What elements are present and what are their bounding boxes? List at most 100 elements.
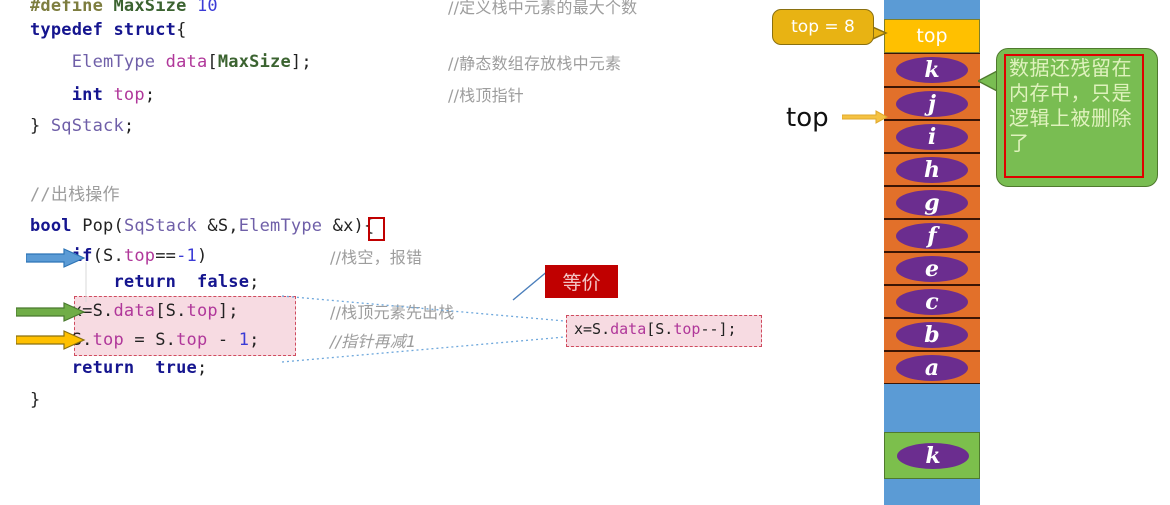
stack-element-ellipse: k xyxy=(896,57,968,83)
code-line-return-true: return true; xyxy=(30,358,207,378)
code-token: - xyxy=(207,330,239,350)
stack-element-label: f xyxy=(927,222,937,249)
code-line-pop-signature: bool Pop(SqStack &S,ElemType &x){ xyxy=(30,216,374,236)
code-token: (S. xyxy=(92,246,124,266)
comment-if-empty: //栈空，报错 xyxy=(330,248,423,267)
equivalent-code-token: data xyxy=(610,320,647,338)
code-line-sqstack: } SqStack; xyxy=(30,116,134,136)
code-token: ; xyxy=(144,85,156,105)
code-token: ; xyxy=(249,272,260,292)
code-token: { xyxy=(176,20,187,40)
code-token: ; xyxy=(196,358,208,378)
code-token: &S, xyxy=(196,216,239,236)
code-token: -1 xyxy=(176,246,197,266)
code-line-typedef: typedef struct{ xyxy=(30,20,187,40)
code-token: data xyxy=(113,301,156,321)
stack-diagram: top k j i h g f e c b a k xyxy=(884,0,980,505)
stack-cell: a xyxy=(884,351,980,384)
code-token: ElemType xyxy=(71,52,156,72)
arrow-decrement-line xyxy=(16,330,86,350)
code-line-return-false: return false; xyxy=(30,272,260,292)
stack-element-ellipse: h xyxy=(896,156,968,183)
code-token: 10 xyxy=(196,0,218,16)
code-token: return true xyxy=(71,358,197,378)
stack-element-label: a xyxy=(924,354,940,381)
code-line-define: #define MaxSize 10 xyxy=(30,0,218,16)
code-token: top xyxy=(92,330,124,350)
equivalent-code-text: x=S.data[S.top--]; xyxy=(574,320,737,338)
stack-element-label: h xyxy=(924,156,940,183)
code-line-close-brace: } xyxy=(30,390,40,410)
stack-element-label: c xyxy=(925,288,939,315)
code-token: int xyxy=(71,85,104,105)
stack-element-ellipse: k xyxy=(897,442,969,469)
stack-cell: e xyxy=(884,252,980,285)
stack-cell: f xyxy=(884,219,980,252)
comment-int-top: //栈顶指针 xyxy=(448,86,524,105)
code-token: ]; xyxy=(217,301,239,321)
code-token: ; xyxy=(249,330,260,350)
code-token: return false xyxy=(113,272,250,292)
stack-cell xyxy=(884,0,980,19)
stack-cell: k xyxy=(884,432,980,479)
code-token: top xyxy=(113,85,145,105)
stack-cell: c xyxy=(884,285,980,318)
stack-cell: i xyxy=(884,120,980,153)
stack-cell: h xyxy=(884,153,980,186)
top-value-callout: top = 8 xyxy=(772,9,874,45)
stack-cell: b xyxy=(884,318,980,351)
equivalence-label: 等价 xyxy=(545,265,618,298)
code-token: [S. xyxy=(155,301,187,321)
stack-element-ellipse: e xyxy=(896,255,968,282)
stack-cell: top xyxy=(884,19,980,53)
code-token: ; xyxy=(123,116,135,136)
code-token: bool xyxy=(30,216,72,236)
stack-element-ellipse: f xyxy=(896,222,968,249)
stack-element-ellipse: g xyxy=(896,189,968,216)
top-value-callout-text: top = 8 xyxy=(791,17,855,37)
stack-element-label: k xyxy=(925,442,941,469)
stack-element-label: k xyxy=(924,57,940,83)
equivalent-code-token: --]; xyxy=(700,320,737,338)
comment-define: //定义栈中元素的最大个数 xyxy=(448,0,638,17)
stack-cell xyxy=(884,384,980,432)
note-callout-text: 数据还残留在内存中，只是逻辑上被删除了 xyxy=(1009,56,1132,155)
stack-element-label: g xyxy=(924,189,940,216)
code-token: typedef struct xyxy=(30,20,177,40)
code-token: top xyxy=(123,246,156,266)
stack-cell: k xyxy=(884,53,980,87)
code-token: } xyxy=(30,116,51,136)
stack-element-label: j xyxy=(928,90,936,117)
arrow-if-line xyxy=(26,248,86,268)
stack-cell xyxy=(884,479,980,505)
code-token: } xyxy=(30,390,41,410)
top-pointer-label: top xyxy=(786,103,829,133)
code-token: top xyxy=(176,330,208,350)
code-token: Pop xyxy=(82,216,114,236)
code-token: [ xyxy=(207,52,218,72)
code-token: ) xyxy=(197,246,208,266)
code-token: ElemType xyxy=(238,216,323,236)
top-pointer-arrow xyxy=(842,110,888,124)
ampersand-highlight-box xyxy=(368,217,385,241)
code-token: data xyxy=(165,52,208,72)
code-token: MaxSize xyxy=(217,52,291,72)
code-token: ]; xyxy=(290,52,312,72)
comment-data-array: //静态数组存放栈中元素 xyxy=(448,54,622,73)
code-token: ( xyxy=(113,216,124,236)
code-token: top xyxy=(186,301,218,321)
equivalent-code-token: [S. xyxy=(646,320,674,338)
code-token: == xyxy=(155,246,177,266)
code-token: //出栈操作 xyxy=(30,185,120,205)
stack-element-ellipse: a xyxy=(896,354,968,381)
code-line-int-top: int top; xyxy=(30,85,155,105)
equivalent-code-token: x=S. xyxy=(574,320,611,338)
code-token: #define xyxy=(30,0,114,16)
stack-element-label: b xyxy=(924,321,940,348)
stack-cell: g xyxy=(884,186,980,219)
